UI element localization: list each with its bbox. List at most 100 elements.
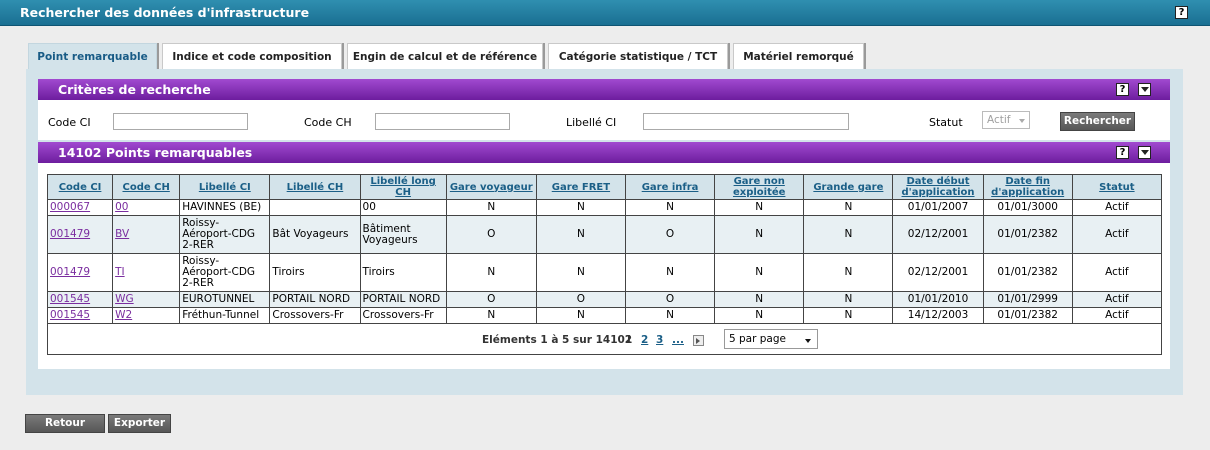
pagination-summary: Eléments 1 à 5 sur 14102	[482, 334, 633, 346]
table-row: 001479 TI Roissy-Aéroport-CDG 2-RER Tiro…	[46, 253, 1163, 292]
cell-code-ch[interactable]: TI	[112, 253, 181, 292]
cell-libelle-ci: HAVINNES (BE)	[179, 199, 271, 216]
cell-libelle-ch	[269, 199, 361, 216]
col-code-ch[interactable]: Code CH	[112, 174, 181, 200]
col-date-debut[interactable]: Date début d'application	[892, 174, 984, 200]
cell-date-fin: 01/01/2382	[982, 253, 1073, 292]
code-ci-link[interactable]: 001479	[50, 228, 90, 240]
export-button[interactable]: Exporter	[108, 414, 171, 433]
criteria-help-icon[interactable]: ?	[1116, 83, 1129, 96]
tab-indice-code-composition[interactable]: Indice et code composition	[162, 43, 342, 70]
cell-gare-non-exploitee: N	[714, 199, 805, 216]
cell-libelle-long-ch: 00	[359, 199, 447, 216]
last-page-icon[interactable]	[693, 335, 704, 346]
cell-gare-infra: O	[624, 215, 716, 254]
cell-gare-voyageur: N	[445, 253, 537, 292]
col-libelle-ci[interactable]: Libellé CI	[179, 174, 271, 200]
search-button[interactable]: Rechercher	[1060, 112, 1135, 131]
cell-code-ch[interactable]: BV	[112, 215, 181, 254]
criteria-title: Critères de recherche	[58, 82, 211, 97]
back-button[interactable]: Retour	[25, 414, 105, 433]
code-ci-label: Code CI	[48, 116, 91, 129]
results-help-icon[interactable]: ?	[1116, 146, 1129, 159]
statut-select[interactable]: Actif	[982, 111, 1030, 129]
cell-statut: Actif	[1071, 199, 1163, 216]
statut-label: Statut	[929, 116, 963, 129]
cell-gare-non-exploitee: N	[714, 215, 805, 254]
col-grande-gare[interactable]: Grande gare	[803, 174, 894, 200]
pagination-page-3[interactable]: 3	[656, 334, 663, 346]
table-header-row: Code CI Code CH Libellé CI Libellé CH Li…	[46, 174, 1163, 200]
cell-gare-fret: N	[535, 253, 626, 292]
cell-gare-voyageur: O	[445, 291, 537, 308]
cell-grande-gare: N	[803, 253, 894, 292]
results-header: 14102 Points remarquables ?	[38, 142, 1170, 163]
code-ci-link[interactable]: 001545	[50, 293, 90, 305]
cell-libelle-long-ch: Bâtiment Voyageurs	[359, 215, 447, 254]
cell-date-debut: 02/12/2001	[892, 215, 984, 254]
pagination-more[interactable]: ...	[672, 334, 684, 346]
criteria-collapse-icon[interactable]	[1138, 83, 1151, 96]
cell-code-ch[interactable]: 00	[112, 199, 181, 216]
col-date-fin[interactable]: Date fin d'application	[982, 174, 1073, 200]
pagination-page-2[interactable]: 2	[641, 334, 648, 346]
code-ch-link[interactable]: TI	[115, 266, 125, 278]
cell-gare-voyageur: N	[445, 199, 537, 216]
window-titlebar: Rechercher des données d'infrastructure …	[0, 0, 1210, 26]
per-page-select[interactable]: 5 par page	[724, 329, 818, 349]
help-icon[interactable]: ?	[1175, 6, 1188, 19]
code-ci-link[interactable]: 000067	[50, 201, 90, 213]
cell-gare-non-exploitee: N	[714, 291, 805, 308]
cell-code-ci[interactable]: 001545	[46, 291, 114, 308]
cell-libelle-long-ch: PORTAIL NORD	[359, 291, 447, 308]
cell-date-fin: 01/01/2382	[982, 215, 1073, 254]
col-libelle-ch[interactable]: Libellé CH	[269, 174, 361, 200]
cell-code-ci[interactable]: 001479	[46, 253, 114, 292]
cell-gare-fret: N	[535, 215, 626, 254]
cell-code-ci[interactable]: 001479	[46, 215, 114, 254]
col-gare-fret[interactable]: Gare FRET	[535, 174, 626, 200]
window-title: Rechercher des données d'infrastructure	[20, 5, 310, 20]
cell-gare-voyageur: O	[445, 215, 537, 254]
tab-engin-calcul[interactable]: Engin de calcul et de référence	[347, 43, 543, 70]
cell-statut: Actif	[1071, 215, 1163, 254]
code-ch-input[interactable]	[375, 113, 510, 130]
tab-point-remarquable[interactable]: Point remarquable	[28, 43, 157, 70]
cell-statut: Actif	[1071, 291, 1163, 308]
tab-categorie-statistique[interactable]: Catégorie statistique / TCT	[548, 43, 728, 70]
col-statut[interactable]: Statut	[1071, 174, 1163, 200]
libelle-ci-label: Libellé CI	[566, 116, 617, 129]
cell-statut: Actif	[1071, 253, 1163, 292]
cell-gare-fret: N	[535, 199, 626, 216]
tab-materiel-remorque[interactable]: Matériel remorqué	[733, 43, 864, 70]
col-gare-voyageur[interactable]: Gare voyageur	[445, 174, 537, 200]
code-ch-label: Code CH	[304, 116, 352, 129]
col-gare-infra[interactable]: Gare infra	[624, 174, 716, 200]
code-ch-link[interactable]: WG	[115, 293, 134, 305]
code-ch-link[interactable]: 00	[115, 201, 128, 213]
results-title: 14102 Points remarquables	[58, 145, 253, 160]
cell-code-ch[interactable]: WG	[112, 291, 181, 308]
criteria-form: Code CI Code CH Libellé CI Statut Actif …	[38, 100, 1170, 140]
results-collapse-icon[interactable]	[1138, 146, 1151, 159]
col-libelle-long-ch[interactable]: Libellé long CH	[359, 174, 447, 200]
cell-libelle-ci: Roissy-Aéroport-CDG 2-RER	[179, 253, 271, 292]
cell-libelle-ch: PORTAIL NORD	[269, 291, 361, 308]
code-ch-link[interactable]: BV	[115, 228, 129, 240]
pagination-current-page: 1	[625, 334, 633, 346]
cell-libelle-ci: EUROTUNNEL	[179, 291, 271, 308]
cell-libelle-ch: Bât Voyageurs	[269, 215, 361, 254]
code-ci-input[interactable]	[113, 113, 248, 130]
cell-date-debut: 02/12/2001	[892, 253, 984, 292]
col-gare-non-exploitee[interactable]: Gare non exploitée	[714, 174, 805, 200]
table-row: 001545 WG EUROTUNNEL PORTAIL NORD PORTAI…	[46, 291, 1163, 308]
cell-code-ci[interactable]: 000067	[46, 199, 114, 216]
cell-libelle-ch: Tiroirs	[269, 253, 361, 292]
libelle-ci-input[interactable]	[643, 113, 849, 130]
cell-grande-gare: N	[803, 291, 894, 308]
code-ci-link[interactable]: 001479	[50, 266, 90, 278]
col-code-ci[interactable]: Code CI	[46, 174, 114, 200]
cell-date-fin: 01/01/2999	[982, 291, 1073, 308]
cell-date-fin: 01/01/3000	[982, 199, 1073, 216]
criteria-header: Critères de recherche ?	[38, 79, 1170, 100]
